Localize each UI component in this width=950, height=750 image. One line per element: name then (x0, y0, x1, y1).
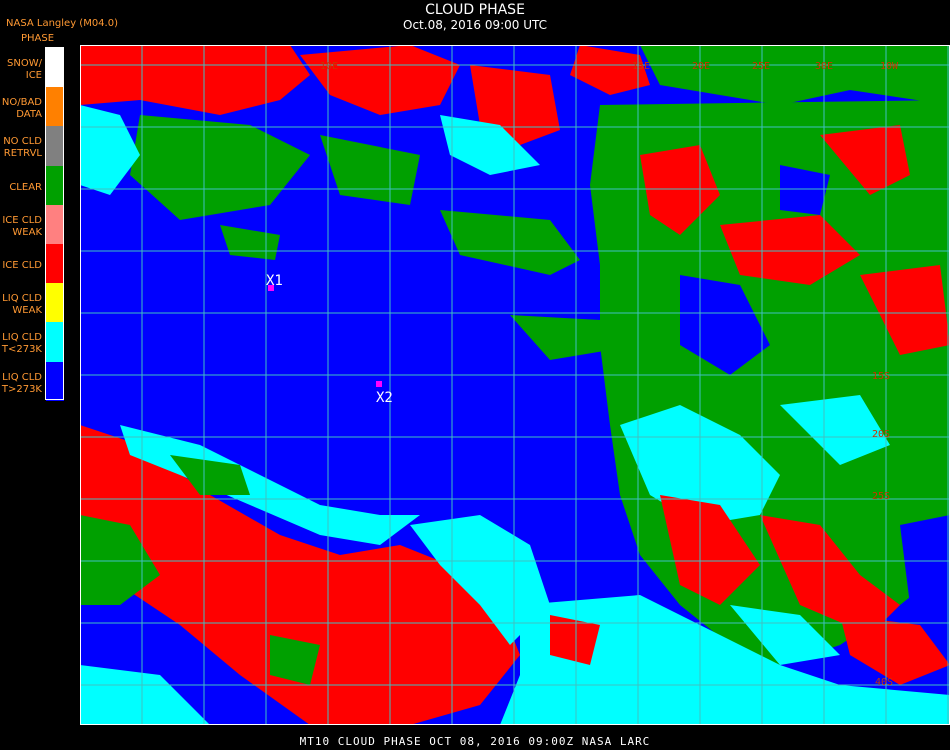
legend-swatch (46, 48, 64, 88)
legend-swatch (46, 165, 64, 205)
legend-label-line1: LIQ CLD (2, 371, 42, 383)
legend-label: ICE CLD (0, 260, 42, 272)
footer-caption: MT10 CLOUD PHASE OCT 08, 2016 09:00Z NAS… (299, 735, 651, 748)
legend-label-line2: T>273K (1, 383, 42, 395)
longitude-label: 20E (692, 61, 710, 72)
legend-label-line2: RETRVL (3, 148, 42, 160)
longitude-label: 15E (632, 61, 650, 72)
latitude-label: 40S (875, 677, 893, 688)
legend-label-line2: WEAK (12, 226, 42, 238)
marker-point (376, 381, 382, 387)
legend-label-line1: NO CLD (3, 136, 42, 148)
legend-label-line1: SNOW/ (7, 58, 42, 69)
legend-label-line1: ICE CLD (2, 214, 42, 226)
legend-label-line2: WEAK (12, 305, 42, 317)
legend-label-line1: LIQ CLD (2, 293, 42, 305)
legend-label: LIQ CLD T>273K (0, 372, 42, 396)
marker-label: X1 (266, 273, 283, 289)
longitude-label: 30E (815, 61, 833, 72)
legend-label-line2: ICE (25, 70, 42, 81)
latitude-label: 15S (872, 371, 890, 382)
legend-label: ICE CLD WEAK (0, 215, 42, 239)
legend-swatch (46, 204, 64, 244)
longitude-label: 10W (880, 61, 899, 72)
legend-source: NASA Langley (M04.0) (6, 18, 118, 29)
legend-label-line1: ICE CLD (2, 260, 42, 271)
legend-swatch (46, 322, 64, 362)
legend-label-line1: CLEAR (9, 181, 42, 193)
legend-label-line1: LIQ CLD (2, 332, 42, 344)
legend-heading: PHASE (21, 33, 55, 44)
legend-label: NO/BAD DATA (0, 97, 42, 121)
legend-label: CLEAR (0, 182, 42, 194)
legend-swatch (46, 244, 64, 284)
legend-label-line2: T<273K (1, 344, 42, 356)
longitude-label: 10E (320, 61, 338, 72)
legend-label: SNOW/ICE (0, 58, 42, 82)
legend-swatch (46, 361, 64, 401)
longitude-label: 25E (752, 61, 770, 72)
legend-label: LIQ CLD T<273K (0, 332, 42, 356)
latitude-label: 25S (872, 491, 890, 502)
map-title: CLOUD PHASE (425, 2, 525, 18)
legend-label: NO CLD RETRVL (0, 136, 42, 160)
latitude-label: 20S (872, 429, 890, 440)
legend-swatch (46, 126, 64, 166)
legend-label-line2: DATA (16, 109, 42, 121)
legend-swatch (46, 283, 64, 323)
marker-label: X2 (376, 390, 393, 406)
map-timestamp: Oct.08, 2016 09:00 UTC (403, 18, 547, 32)
legend-label: LIQ CLD WEAK (0, 293, 42, 317)
cloud-phase-map: 10E 15E 20E 25E 30E 10W 15S 20S 25S 40S X1 X2 (80, 45, 950, 725)
legend-swatch (46, 87, 64, 127)
legend-label-line1: NO/BAD (1, 97, 42, 109)
